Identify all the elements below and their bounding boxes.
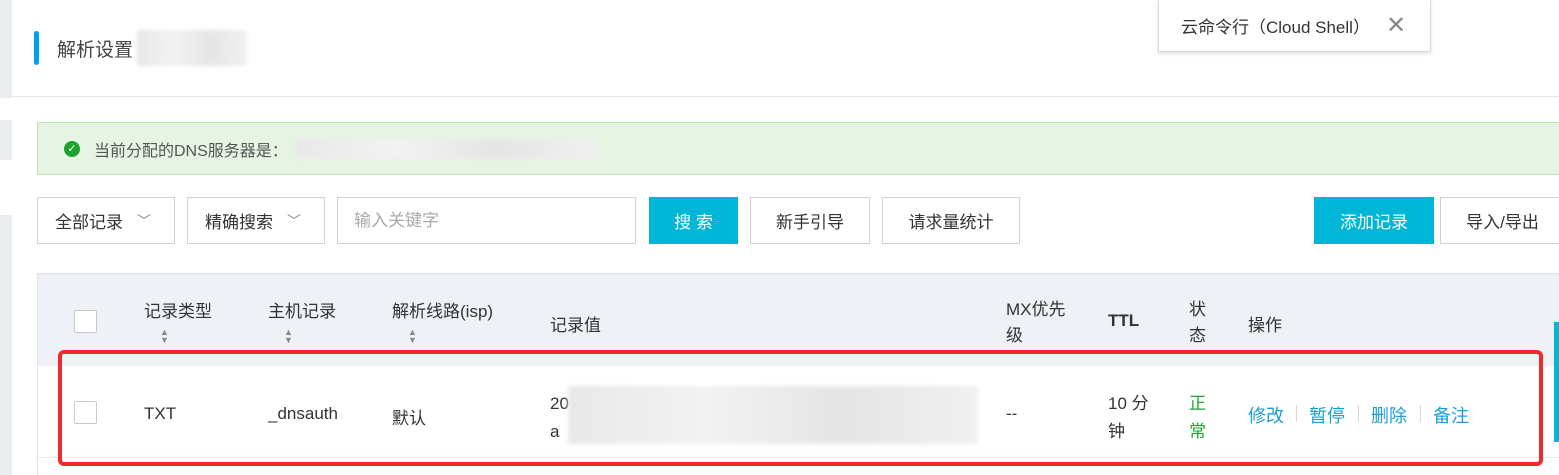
value-text: 20 [550, 394, 569, 413]
header-host[interactable]: 主机记录 ▲ ▼ [268, 297, 336, 345]
value-text: a [550, 422, 560, 441]
header-accent-bar [34, 31, 39, 65]
header-status: 状 态 [1189, 297, 1206, 349]
cell-mx-priority: -- [1006, 404, 1018, 423]
status-text: 正 [1189, 394, 1206, 413]
chevron-down-icon: ﹀ [287, 212, 301, 229]
row-checkbox[interactable] [74, 401, 97, 424]
cell-status: 正 常 [1189, 390, 1206, 446]
scrollbar[interactable] [1554, 322, 1559, 442]
header-label: 记录类型 [144, 302, 212, 321]
header-label: 解析线路(isp) [392, 302, 494, 321]
sort-icon[interactable]: ▲ ▼ [160, 328, 212, 345]
add-record-button[interactable]: 添加记录 [1314, 197, 1434, 244]
search-mode-label: 精确搜索 [205, 213, 273, 232]
close-icon[interactable]: ✕ [1386, 11, 1406, 40]
header-label: 主机记录 [268, 302, 336, 321]
import-export-button[interactable]: 导入/导出 [1440, 197, 1559, 244]
header-line[interactable]: 解析线路(isp) ▲ ▼ [392, 297, 494, 345]
table-row: TXT _dnsauth 默认 20 a -- 10 分 钟 正 常 修改 暂停… [38, 366, 1559, 458]
delete-link[interactable]: 删除 [1371, 402, 1407, 428]
select-all-checkbox[interactable] [74, 310, 97, 333]
header-record-type[interactable]: 记录类型 ▲ ▼ [144, 297, 212, 345]
page-title: 解析设置 [57, 39, 134, 61]
cell-host: _dnsauth [268, 404, 338, 423]
note-link[interactable]: 备注 [1433, 402, 1469, 428]
header-value: 记录值 [550, 316, 601, 335]
guide-button[interactable]: 新手引导 [750, 197, 870, 244]
separator [1420, 405, 1421, 422]
separator [1296, 405, 1297, 422]
dns-records-table: 记录类型 ▲ ▼ 主机记录 ▲ ▼ 解析线路(isp) ▲ ▼ 记录值 MX优先 级 … [37, 273, 1559, 475]
record-filter-label: 全部记录 [55, 213, 123, 232]
cell-record-type: TXT [144, 404, 177, 423]
pause-link[interactable]: 暂停 [1309, 402, 1345, 428]
request-stats-button[interactable]: 请求量统计 [882, 197, 1020, 244]
check-circle-icon: ✓ [64, 140, 80, 157]
ttl-text: 钟 [1108, 422, 1125, 441]
separator [1358, 405, 1359, 422]
left-rail [0, 0, 12, 98]
search-input[interactable] [337, 197, 636, 244]
header-mx-priority: MX优先 级 [1006, 297, 1066, 349]
cell-record-value: 20 a [550, 390, 569, 446]
table-header: 记录类型 ▲ ▼ 主机记录 ▲ ▼ 解析线路(isp) ▲ ▼ 记录值 MX优先 级 … [38, 274, 1559, 366]
header-actions: 操作 [1248, 316, 1282, 335]
redacted-domain [137, 30, 248, 66]
header-label: 态 [1189, 326, 1206, 345]
header-ttl: TTL [1108, 311, 1140, 330]
page-header: 解析设置 [34, 30, 248, 66]
dns-server-banner: ✓ 当前分配的DNS服务器是： [37, 122, 1559, 175]
chevron-down-icon: ﹀ [137, 212, 151, 229]
header-label: MX优先 [1006, 300, 1066, 319]
cell-ttl: 10 分 钟 [1108, 390, 1149, 446]
left-rail [0, 215, 12, 475]
left-rail [0, 120, 12, 160]
divider [12, 96, 1559, 97]
redacted-record-value [568, 386, 978, 444]
cloud-shell-label: 云命令行（Cloud Shell） [1181, 18, 1370, 37]
header-label: 状 [1189, 300, 1206, 319]
search-button[interactable]: 搜 索 [649, 197, 738, 244]
sort-icon[interactable]: ▲ ▼ [284, 328, 336, 345]
edit-link[interactable]: 修改 [1248, 402, 1284, 428]
ttl-text: 10 分 [1108, 394, 1149, 413]
sort-icon[interactable]: ▲ ▼ [408, 328, 493, 345]
cell-line: 默认 [392, 409, 426, 428]
record-filter-select[interactable]: 全部记录 ﹀ [37, 197, 175, 244]
header-label: 级 [1006, 326, 1023, 345]
search-mode-select[interactable]: 精确搜索 ﹀ [187, 197, 325, 244]
cloud-shell-tab[interactable]: 云命令行（Cloud Shell） ✕ [1158, 0, 1431, 52]
dns-server-text: 当前分配的DNS服务器是： [94, 142, 288, 160]
status-text: 常 [1189, 422, 1206, 441]
redacted-dns-servers [295, 138, 596, 159]
